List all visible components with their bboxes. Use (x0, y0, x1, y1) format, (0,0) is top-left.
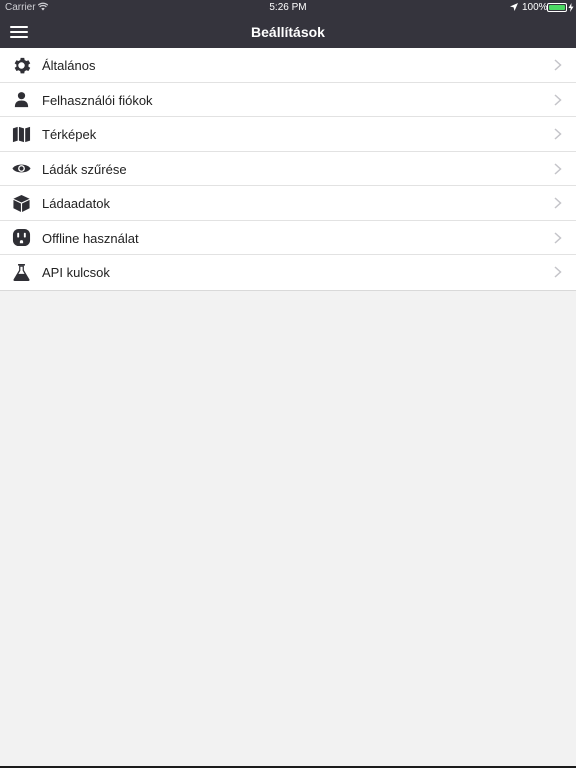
settings-item-label: Felhasználói fiókok (42, 92, 153, 108)
settings-item-cache-data[interactable]: Ládaadatok (0, 186, 576, 221)
flask-icon (11, 263, 31, 281)
settings-item-maps[interactable]: Térképek (0, 117, 576, 152)
chevron-right-icon (554, 266, 562, 278)
settings-item-general[interactable]: Általános (0, 48, 576, 83)
settings-item-label: Általános (42, 58, 96, 73)
settings-item-api-keys[interactable]: API kulcsok (0, 255, 576, 290)
navigation-bar: Beállítások (0, 16, 576, 48)
chevron-right-icon (554, 93, 562, 106)
chevron-right-icon (554, 162, 562, 175)
eye-icon (11, 160, 31, 178)
settings-list: Általános Felhasználói fiókok Térképek L… (0, 48, 576, 291)
settings-item-label: Ládaadatok (42, 196, 110, 211)
settings-item-label: Offline használat (42, 230, 139, 246)
chevron-right-icon (554, 59, 562, 71)
status-bar: Carrier 5:26 PM 100% (0, 0, 576, 16)
settings-item-cache-filter[interactable]: Ládák szűrése (0, 151, 576, 186)
chevron-right-icon (554, 197, 562, 209)
power-outlet-icon (11, 228, 31, 247)
top-bar: Carrier 5:26 PM 100% Beállítások (0, 0, 576, 48)
settings-item-label: API kulcsok (42, 265, 110, 280)
settings-item-label: Ládák szűrése (42, 161, 127, 177)
charging-bolt-icon (568, 3, 574, 12)
location-arrow-icon (510, 3, 518, 11)
settings-item-offline-usage[interactable]: Offline használat (0, 220, 576, 255)
map-icon (11, 125, 31, 143)
battery-icon (547, 3, 567, 12)
chevron-right-icon (554, 128, 562, 140)
gear-icon (11, 56, 31, 74)
page-title: Beállítások (251, 24, 325, 40)
battery-percentage: 100% (522, 2, 548, 13)
chevron-right-icon (554, 231, 562, 244)
clock: 5:26 PM (269, 2, 307, 13)
user-icon (11, 91, 31, 109)
box-icon (11, 194, 31, 212)
settings-item-label: Térképek (42, 127, 97, 142)
settings-item-user-accounts[interactable]: Felhasználói fiókok (0, 82, 576, 117)
